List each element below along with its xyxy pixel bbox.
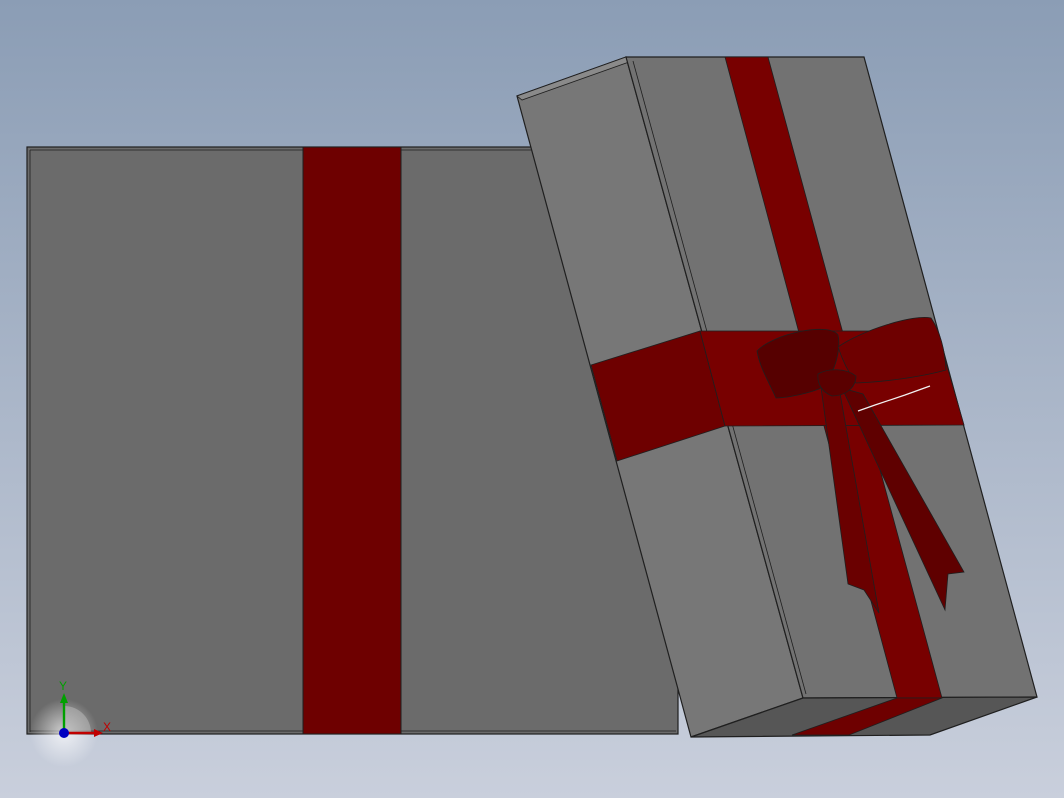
- triad-y-label: Y: [59, 679, 67, 693]
- triad-x-label: X: [103, 720, 111, 734]
- triad-z-axis: [59, 728, 69, 738]
- 3d-scene[interactable]: Y X: [0, 0, 1064, 798]
- ribbon-vertical-left-box: [302, 146, 402, 735]
- cad-viewport[interactable]: Y X: [0, 0, 1064, 798]
